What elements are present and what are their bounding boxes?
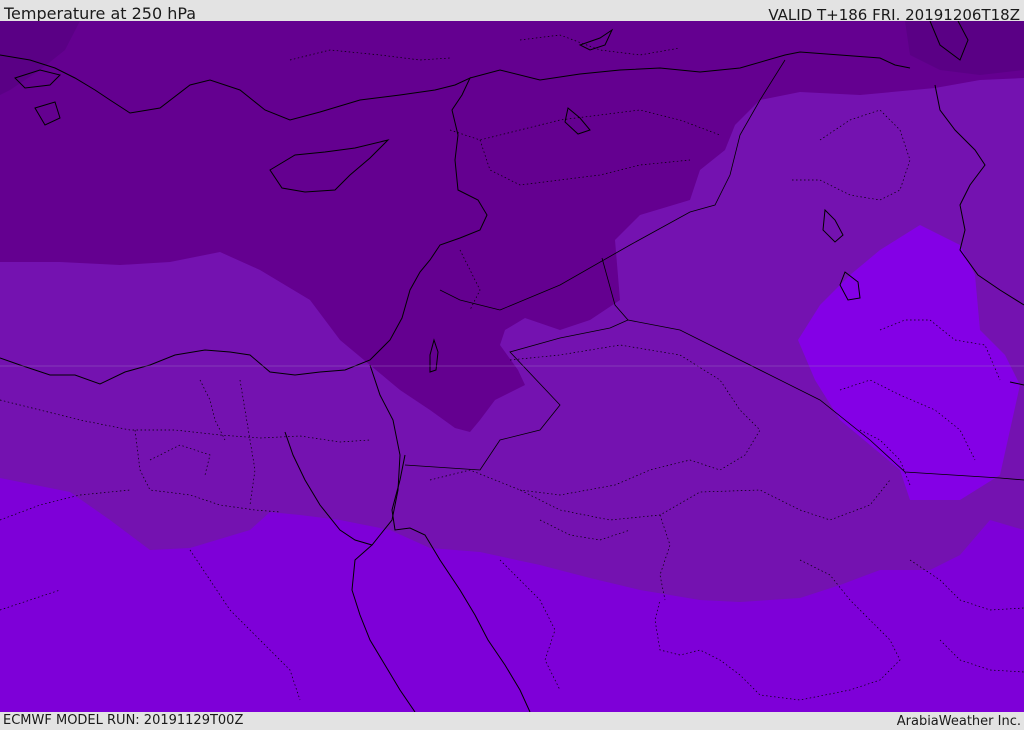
credit-label: ArabiaWeather Inc. [896, 714, 1021, 729]
temperature-map [0, 21, 1024, 712]
header-bar: Temperature at 250 hPa VALID T+186 FRI. … [0, 0, 1024, 24]
footer-bar: ECMWF MODEL RUN: 20191129T00Z ArabiaWeat… [0, 712, 1024, 729]
model-run-label: ECMWF MODEL RUN: 20191129T00Z [3, 713, 244, 728]
